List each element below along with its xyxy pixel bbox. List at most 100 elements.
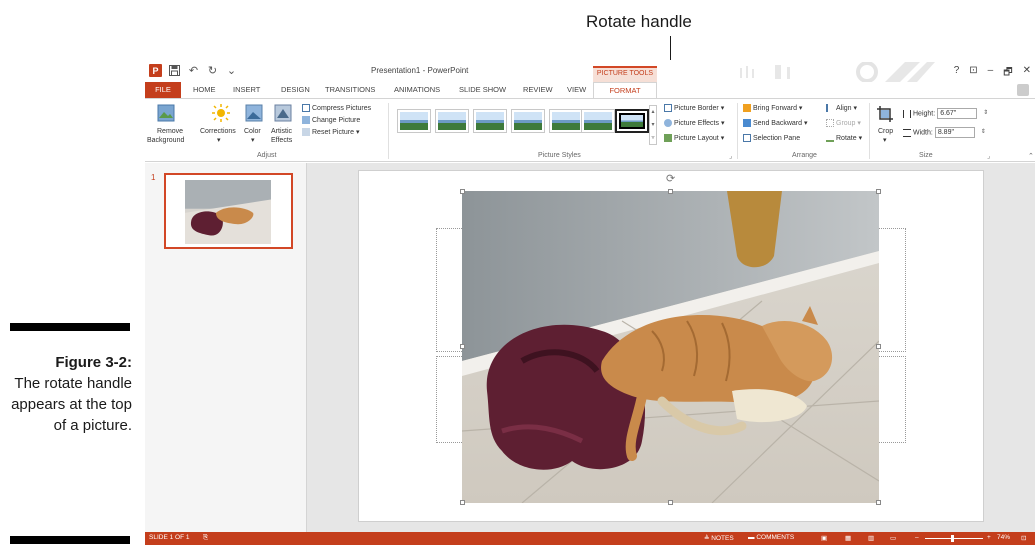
picture-style-6[interactable] bbox=[581, 109, 615, 133]
group-icon bbox=[826, 119, 834, 128]
rotate-button[interactable]: Rotate ▾ bbox=[826, 134, 862, 143]
tab-file[interactable]: FILE bbox=[145, 82, 181, 98]
corrections-sun-icon bbox=[212, 104, 230, 122]
zoom-in-icon[interactable]: + bbox=[987, 534, 991, 541]
notes-label: NOTES bbox=[711, 535, 734, 542]
customize-qat-icon[interactable]: ⌄ bbox=[225, 64, 238, 77]
resize-handle-bottom[interactable] bbox=[668, 500, 673, 505]
zoom-level[interactable]: 74% bbox=[997, 534, 1010, 541]
tab-design[interactable]: DESIGN bbox=[281, 85, 310, 94]
tab-format[interactable]: FORMAT bbox=[593, 82, 657, 98]
ribbon-separator bbox=[737, 103, 738, 159]
format-picture-launcher-icon[interactable]: ⌟ bbox=[729, 152, 732, 161]
picture-styles-group-label: Picture Styles bbox=[538, 152, 581, 159]
reading-view-icon[interactable]: ▥ bbox=[868, 534, 874, 542]
bring-forward-button[interactable]: Bring Forward ▾ bbox=[743, 104, 802, 113]
undo-icon[interactable]: ↶ bbox=[187, 64, 200, 77]
zoom-slider-thumb[interactable] bbox=[951, 535, 954, 542]
tab-slide-show[interactable]: SLIDE SHOW bbox=[459, 85, 506, 94]
picture-effects-button[interactable]: Picture Effects ▾ bbox=[664, 119, 724, 128]
change-picture-button[interactable]: Change Picture bbox=[302, 116, 360, 125]
tab-animations[interactable]: ANIMATIONS bbox=[394, 85, 440, 94]
redo-icon[interactable]: ↻ bbox=[206, 64, 219, 77]
caption-rule-top bbox=[10, 323, 130, 331]
align-button[interactable]: Align ▾ bbox=[826, 104, 857, 113]
resize-handle-top[interactable] bbox=[668, 189, 673, 194]
window-controls: ? ⊡ – 🗗 ✕ bbox=[954, 65, 1031, 82]
width-spinner-icon[interactable]: ⇕ bbox=[981, 128, 989, 137]
titlebar-decoration bbox=[740, 62, 935, 82]
slide-sorter-icon[interactable]: ▦ bbox=[845, 534, 851, 542]
color-label: Color bbox=[244, 128, 261, 135]
remove-background-label-2: Background bbox=[147, 137, 185, 144]
ribbon-format: Remove Background Corrections ▾ Color ▾ … bbox=[145, 98, 1035, 162]
resize-handle-right[interactable] bbox=[876, 344, 881, 349]
bring-forward-label: Bring Forward bbox=[753, 105, 797, 112]
tab-home[interactable]: HOME bbox=[193, 85, 216, 94]
resize-handle-top-left[interactable] bbox=[460, 189, 465, 194]
reset-picture-icon bbox=[302, 128, 310, 137]
compress-icon bbox=[302, 104, 310, 113]
thumbnail-number: 1 bbox=[151, 173, 156, 182]
resize-handle-bottom-left[interactable] bbox=[460, 500, 465, 505]
picture-style-2[interactable] bbox=[435, 109, 469, 133]
height-spinner-icon[interactable]: ⇕ bbox=[983, 109, 991, 118]
cat-photo[interactable] bbox=[462, 191, 879, 503]
picture-style-1[interactable] bbox=[397, 109, 431, 133]
rotate-handle-icon[interactable]: ⟳ bbox=[666, 174, 675, 185]
picture-style-7[interactable] bbox=[615, 109, 649, 133]
slide-show-icon[interactable]: ▭ bbox=[890, 534, 896, 542]
slide-thumbnail-1[interactable] bbox=[164, 173, 293, 249]
help-icon[interactable]: ? bbox=[954, 65, 960, 82]
spell-check-icon[interactable]: ⎘ bbox=[203, 534, 208, 542]
group-button[interactable]: Group ▾ bbox=[826, 119, 861, 128]
picture-style-3[interactable] bbox=[473, 109, 507, 133]
save-icon[interactable] bbox=[168, 64, 181, 77]
reset-picture-button[interactable]: Reset Picture ▾ bbox=[302, 128, 360, 137]
width-control: Width: 8.89" ⇕ bbox=[903, 127, 989, 138]
tab-review[interactable]: REVIEW bbox=[523, 85, 553, 94]
remove-background-icon bbox=[157, 104, 175, 122]
resize-handle-left[interactable] bbox=[460, 344, 465, 349]
size-launcher-icon[interactable]: ⌟ bbox=[987, 152, 990, 161]
comments-button[interactable]: ▬ COMMENTS bbox=[748, 534, 794, 541]
zoom-out-icon[interactable]: – bbox=[915, 534, 919, 541]
normal-view-icon[interactable]: ▣ bbox=[821, 534, 827, 542]
zoom-slider-track[interactable] bbox=[925, 538, 983, 539]
ribbon-separator bbox=[388, 103, 389, 159]
tab-insert[interactable]: INSERT bbox=[233, 85, 260, 94]
maximize-icon[interactable]: 🗗 bbox=[1003, 65, 1012, 82]
selection-pane-button[interactable]: Selection Pane bbox=[743, 134, 800, 143]
artistic-effects-label-1: Artistic bbox=[271, 128, 292, 135]
remove-background-label-1: Remove bbox=[157, 128, 184, 135]
close-icon[interactable]: ✕ bbox=[1023, 65, 1031, 82]
picture-style-4[interactable] bbox=[511, 109, 545, 133]
user-avatar[interactable] bbox=[1017, 84, 1029, 96]
width-icon bbox=[903, 128, 911, 137]
send-backward-button[interactable]: Send Backward ▾ bbox=[743, 119, 808, 128]
size-group-label: Size bbox=[919, 152, 933, 159]
change-picture-icon bbox=[302, 116, 310, 125]
slide-canvas[interactable]: ⟳ bbox=[358, 170, 984, 522]
height-control: Height: 6.67" ⇕ bbox=[903, 108, 991, 119]
compress-pictures-button[interactable]: Compress Pictures bbox=[302, 104, 371, 113]
resize-handle-top-right[interactable] bbox=[876, 189, 881, 194]
ribbon-display-icon[interactable]: ⊡ bbox=[969, 65, 977, 82]
minimize-icon[interactable]: – bbox=[988, 65, 994, 82]
corrections-label: Corrections bbox=[200, 128, 236, 135]
resize-handle-bottom-right[interactable] bbox=[876, 500, 881, 505]
tab-view[interactable]: VIEW bbox=[567, 85, 586, 94]
notes-button[interactable]: ≜ NOTES bbox=[704, 534, 734, 542]
picture-layout-button[interactable]: Picture Layout ▾ bbox=[664, 134, 724, 143]
gallery-scroll[interactable]: ▴ ▾ ▿ bbox=[649, 105, 657, 145]
collapse-ribbon-icon[interactable]: ⌃ bbox=[1028, 152, 1034, 161]
reset-picture-label: Reset Picture bbox=[312, 129, 355, 136]
powerpoint-logo-icon[interactable]: P bbox=[149, 64, 162, 77]
width-input[interactable]: 8.89" bbox=[934, 127, 975, 138]
status-bar: SLIDE 1 OF 1 ⎘ ≜ NOTES ▬ COMMENTS ▣ ▦ ▥ … bbox=[145, 532, 1035, 545]
tab-transitions[interactable]: TRANSITIONS bbox=[325, 85, 375, 94]
fit-to-window-icon[interactable]: ⊡ bbox=[1021, 534, 1026, 542]
picture-border-button[interactable]: Picture Border ▾ bbox=[664, 104, 724, 113]
picture-style-5[interactable] bbox=[549, 109, 583, 133]
height-input[interactable]: 6.67" bbox=[937, 108, 978, 119]
